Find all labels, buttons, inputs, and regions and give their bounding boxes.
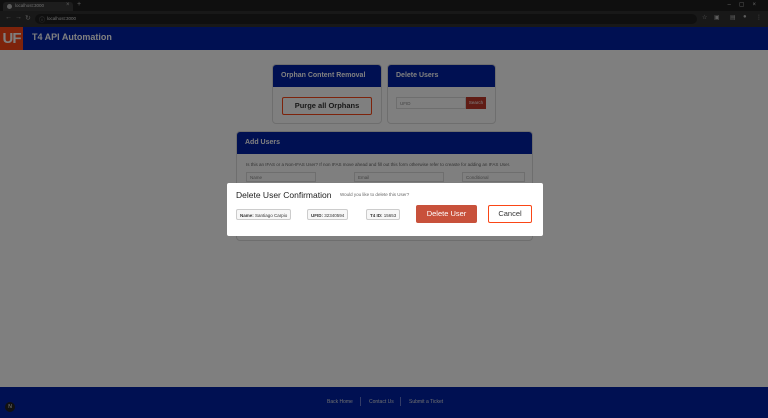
ufid-value: 32340594 (324, 213, 345, 218)
delete-user-modal: Delete User Confirmation Would you like … (227, 183, 543, 236)
ufid-label: UFID: (311, 213, 323, 218)
user-name-chip: Name: Santiago Carpio (236, 209, 292, 220)
user-t4id-chip: T4 ID: 15653 (366, 209, 401, 220)
delete-user-button[interactable]: Delete User (416, 205, 477, 223)
name-value: Santiago Carpio (255, 213, 288, 218)
cancel-button[interactable]: Cancel (488, 205, 532, 223)
modal-subtitle: Would you like to delete this User? (340, 192, 410, 197)
modal-title: Delete User Confirmation (236, 190, 332, 200)
t4id-value: 15653 (383, 213, 397, 218)
name-label: Name: (240, 213, 254, 218)
user-ufid-chip: UFID: 32340594 (307, 209, 349, 220)
t4id-label: T4 ID: (370, 213, 383, 218)
